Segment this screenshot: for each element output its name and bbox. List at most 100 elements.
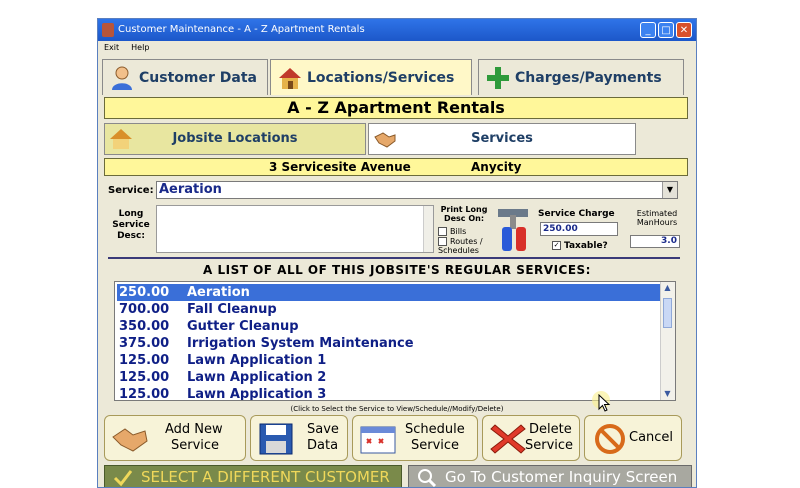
service-select-value: Aeration <box>159 182 222 197</box>
service-select[interactable]: Aeration ▼ <box>156 181 678 199</box>
estimated-manhours-label: Estimated ManHours <box>636 209 678 227</box>
select-different-customer-button[interactable]: SELECT A DIFFERENT CUSTOMER <box>104 465 402 487</box>
estimated-manhours-input[interactable]: 3.0 <box>630 235 680 248</box>
scrollbar-thumb[interactable] <box>663 298 672 328</box>
list-item[interactable]: 125.00 Lawn Application 1 <box>117 352 661 369</box>
list-item[interactable]: 375.00 Irrigation System Maintenance <box>117 335 661 352</box>
list-item[interactable]: 350.00 Gutter Cleanup <box>117 318 661 335</box>
address-city: Anycity <box>471 160 522 174</box>
list-item[interactable]: 125.00 Lawn Application 3 <box>117 386 661 401</box>
list-item-name: Lawn Application 2 <box>187 370 327 385</box>
tab-customer-data[interactable]: Customer Data <box>102 59 268 95</box>
delete-label-1: Delete <box>529 422 572 437</box>
calendar-icon <box>360 426 396 454</box>
list-item[interactable]: 250.00 Aeration <box>117 284 661 301</box>
scroll-up-icon[interactable]: ▲ <box>661 282 674 294</box>
cancel-label: Cancel <box>629 430 674 445</box>
plus-icon <box>487 67 509 89</box>
services-list-title: A LIST OF ALL OF THIS JOBSITE'S REGULAR … <box>203 263 591 277</box>
minimize-button[interactable]: _ <box>640 22 656 38</box>
customer-maintenance-window: Customer Maintenance - A - Z Apartment R… <box>97 18 697 488</box>
magnifier-person-icon <box>418 469 437 487</box>
long-desc-label: Long Service Desc: <box>112 209 150 241</box>
service-label: Service: <box>108 185 154 196</box>
inquiry-label: Go To Customer Inquiry Screen <box>445 468 678 486</box>
delete-service-button[interactable]: Delete Service <box>482 415 580 461</box>
app-icon <box>102 23 114 37</box>
subtab-jobsite-locations[interactable]: Jobsite Locations <box>104 123 366 155</box>
tab-locations-services[interactable]: Locations/Services <box>270 59 472 95</box>
customer-inquiry-button[interactable]: Go To Customer Inquiry Screen <box>408 465 692 487</box>
menu-help[interactable]: Help <box>131 43 149 52</box>
bills-label: Bills <box>450 227 467 236</box>
add-new-service-button[interactable]: Add New Service <box>104 415 246 461</box>
tools-icon <box>498 209 528 251</box>
delete-label-2: Service <box>525 438 574 453</box>
mouse-pointer-icon <box>598 394 611 412</box>
list-item-amount: 250.00 <box>119 285 170 300</box>
list-item-name: Lawn Application 1 <box>187 353 327 368</box>
list-item-amount: 700.00 <box>119 302 170 317</box>
add-new-label-2: Service <box>171 438 220 453</box>
print-bills-option[interactable]: Bills <box>438 227 466 236</box>
tab-label: Charges/Payments <box>515 70 662 86</box>
maximize-button[interactable]: □ <box>658 22 674 38</box>
main-tabs: Customer Data Locations/Services Charges… <box>102 59 692 95</box>
service-charge-input[interactable]: 250.00 <box>540 222 618 236</box>
list-item-name: Fall Cleanup <box>187 302 277 317</box>
list-item-name: Gutter Cleanup <box>187 319 299 334</box>
house-icon <box>279 68 301 89</box>
list-item-name: Aeration <box>187 285 250 300</box>
print-long-desc-label: Print Long Desc On: <box>440 205 488 223</box>
long-desc-scrollbar[interactable] <box>423 206 433 252</box>
list-item-amount: 125.00 <box>119 353 170 368</box>
taxable-label: Taxable? <box>564 241 608 251</box>
list-item-amount: 125.00 <box>119 387 170 401</box>
select-customer-label: SELECT A DIFFERENT CUSTOMER <box>141 468 390 486</box>
tab-label: Customer Data <box>139 70 257 86</box>
add-new-label-1: Add New <box>165 422 223 437</box>
save-data-button[interactable]: Save Data <box>250 415 348 461</box>
close-button[interactable]: ✕ <box>676 22 692 38</box>
section-divider <box>108 257 680 259</box>
menu-bar: Exit Help <box>98 41 696 55</box>
tab-charges-payments[interactable]: Charges/Payments <box>478 59 684 95</box>
taxable-option[interactable]: ✓ Taxable? <box>552 241 608 251</box>
service-charge-label: Service Charge <box>538 209 615 219</box>
list-scrollbar[interactable]: ▲ ▼ <box>660 282 675 400</box>
taxable-checkbox[interactable]: ✓ <box>552 241 561 250</box>
person-icon <box>112 66 132 90</box>
print-routes-option[interactable]: Routes / Schedules <box>438 237 494 255</box>
list-item-amount: 375.00 <box>119 336 170 351</box>
title-bar: Customer Maintenance - A - Z Apartment R… <box>98 19 696 41</box>
routes-checkbox[interactable] <box>438 237 447 246</box>
long-desc-textarea[interactable] <box>156 205 434 253</box>
list-item[interactable]: 125.00 Lawn Application 2 <box>117 369 661 386</box>
tab-label: Locations/Services <box>307 70 455 86</box>
bottom-bar: SELECT A DIFFERENT CUSTOMER Go To Custom… <box>98 465 696 487</box>
floppy-disk-icon <box>259 423 293 455</box>
save-label-1: Save <box>307 422 339 437</box>
list-item[interactable]: 700.00 Fall Cleanup <box>117 301 661 318</box>
x-icon <box>490 424 526 454</box>
list-item-name: Irrigation System Maintenance <box>187 336 414 351</box>
bills-checkbox[interactable] <box>438 227 447 236</box>
scroll-down-icon[interactable]: ▼ <box>661 388 674 400</box>
chevron-down-icon[interactable]: ▼ <box>662 182 677 198</box>
schedule-label-2: Service <box>411 438 460 453</box>
schedule-service-button[interactable]: Schedule Service <box>352 415 478 461</box>
jobsite-address: 3 Servicesite Avenue Anycity <box>104 158 688 176</box>
services-list[interactable]: 250.00 Aeration 700.00 Fall Cleanup 350.00… <box>114 281 676 401</box>
subtab-label: Jobsite Locations <box>172 131 298 146</box>
subtab-label: Services <box>471 131 533 146</box>
list-item-amount: 125.00 <box>119 370 170 385</box>
handshake-icon <box>112 428 148 452</box>
address-street: 3 Servicesite Avenue <box>269 160 411 174</box>
cancel-button[interactable]: Cancel <box>584 415 682 461</box>
cancel-icon <box>595 424 625 454</box>
menu-exit[interactable]: Exit <box>104 43 119 52</box>
subtab-services[interactable]: Services <box>368 123 636 155</box>
schedule-label-1: Schedule <box>405 422 465 437</box>
window-title: Customer Maintenance - A - Z Apartment R… <box>118 24 365 35</box>
save-label-2: Data <box>307 438 339 453</box>
